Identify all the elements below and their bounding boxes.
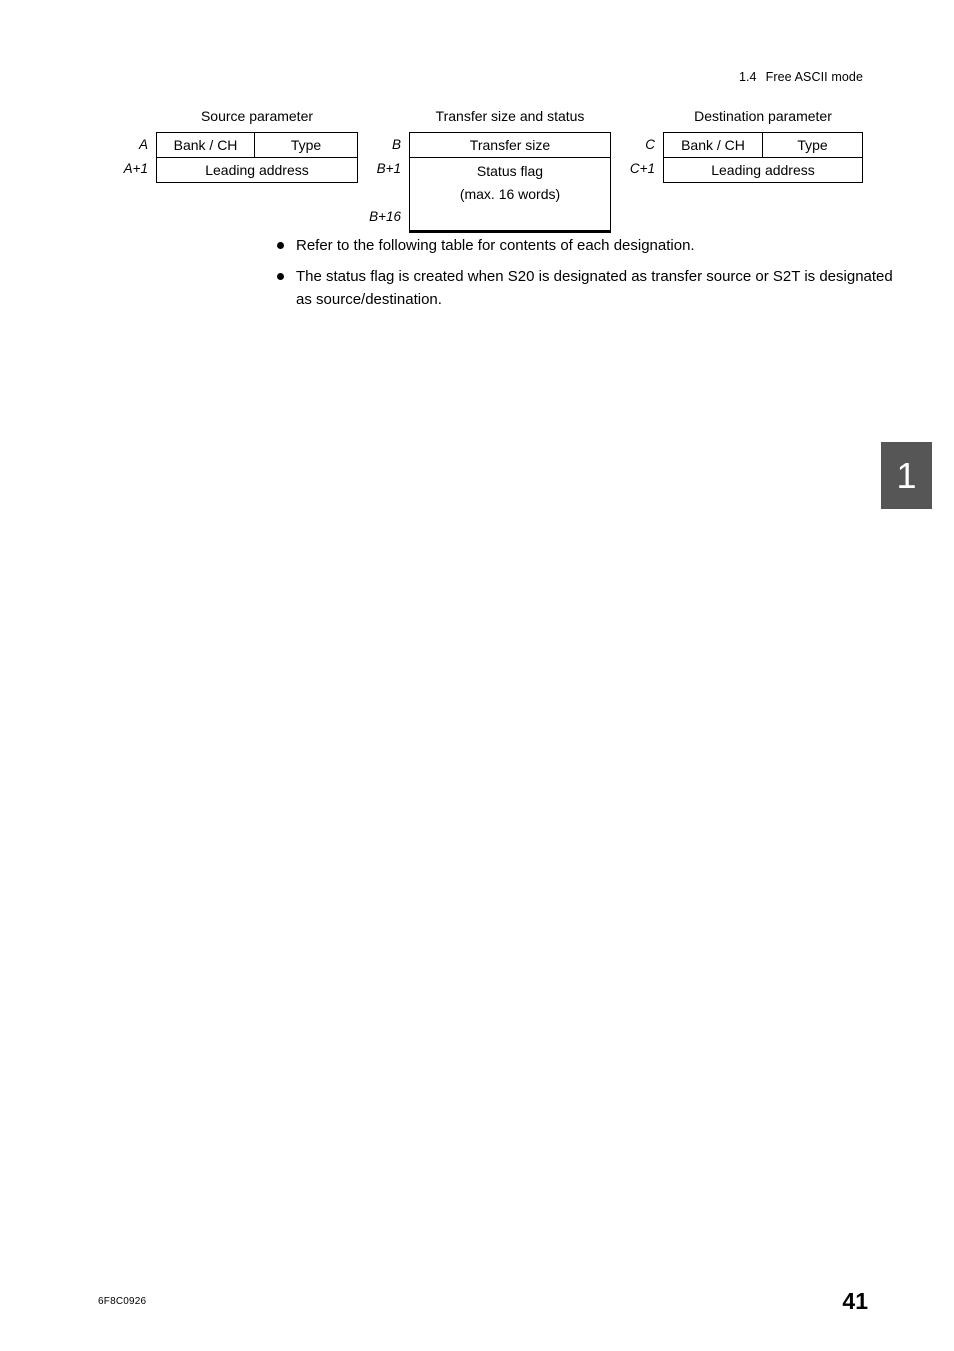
block-title-destination-parameter: Destination parameter <box>694 108 832 124</box>
list-item: Refer to the following table for content… <box>276 234 896 257</box>
footer-document-code: 6F8C0926 <box>98 1296 147 1307</box>
row-label-a-plus-1: A+1 <box>123 161 148 176</box>
header-section-number: 1.4 <box>738 70 757 84</box>
row-label-a: A <box>138 137 148 152</box>
table-row: Leading address <box>664 157 862 182</box>
table-row: Bank / CH Type <box>664 133 862 157</box>
cell-bank-ch: Bank / CH <box>173 137 238 153</box>
source-parameter-grid: Bank / CH Type Leading address <box>156 132 358 183</box>
table-row: Status flag (max. 16 words) <box>410 157 610 230</box>
memory-layout-diagram: Source parameter A A+1 Bank / CH Type Le… <box>0 108 954 238</box>
table-row: Leading address <box>157 157 357 182</box>
header-section-title: Free ASCII mode <box>765 70 863 84</box>
list-item: The status flag is created when S20 is d… <box>276 265 896 311</box>
cell-type: Type <box>254 133 357 157</box>
running-header: 1.4 Free ASCII mode <box>739 70 863 84</box>
transfer-size-status-grid: Transfer size Status flag (max. 16 words… <box>409 132 611 233</box>
cell-bank-ch: Bank / CH <box>681 137 745 153</box>
row-label-c-plus-1: C+1 <box>629 161 655 176</box>
cell-status-flag-label: Status flag <box>476 163 544 179</box>
row-label-c: C <box>645 137 655 152</box>
cell-status-flag: Status flag (max. 16 words) <box>410 158 610 230</box>
cell-type: Type <box>762 133 862 157</box>
cell-leading-address: Leading address <box>205 162 309 178</box>
document-page: 1.4 Free ASCII mode Source parameter A A+… <box>0 0 954 1351</box>
bullet-icon <box>277 273 284 280</box>
row-label-b-plus-16: B+16 <box>369 209 401 224</box>
chapter-tab: 1 <box>881 442 932 509</box>
cell-leading-address: Leading address <box>711 162 815 178</box>
table-row: Bank / CH Type <box>157 133 357 157</box>
chapter-tab-number: 1 <box>896 454 917 496</box>
row-label-b-plus-1: B+1 <box>376 161 401 176</box>
note-text: Refer to the following table for content… <box>296 237 695 254</box>
block-title-transfer-size-and-status: Transfer size and status <box>435 108 585 124</box>
notes-list: Refer to the following table for content… <box>276 234 896 319</box>
note-text: The status flag is created when S20 is d… <box>296 268 893 308</box>
bullet-icon <box>277 242 284 249</box>
table-row: Transfer size <box>410 133 610 157</box>
footer-page-number: 41 <box>842 1288 868 1314</box>
block-title-source-parameter: Source parameter <box>200 108 314 124</box>
destination-parameter-grid: Bank / CH Type Leading address <box>663 132 863 183</box>
cell-status-flag-note: (max. 16 words) <box>459 186 561 202</box>
row-label-b: B <box>391 137 401 152</box>
cell-transfer-size: Transfer size <box>469 137 551 153</box>
